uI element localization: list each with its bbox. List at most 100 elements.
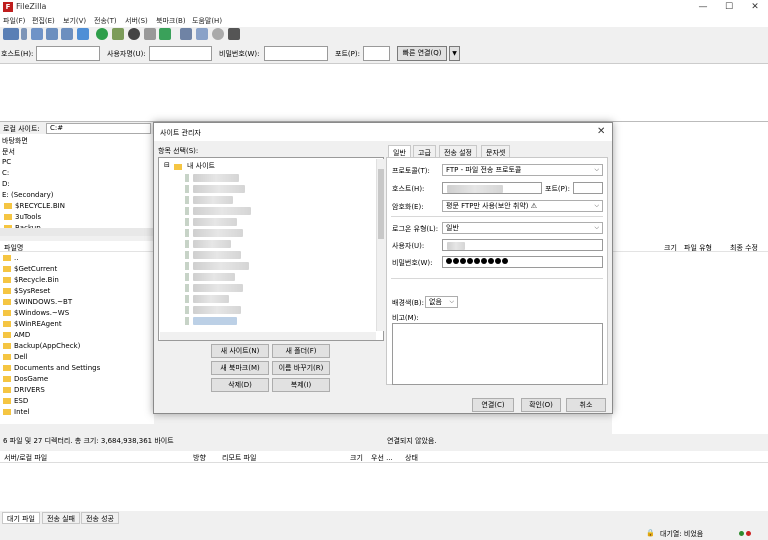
site-entry[interactable] bbox=[193, 218, 237, 226]
protocol-select[interactable]: FTP - 파일 전송 프로토콜 ⌵ bbox=[442, 164, 603, 176]
tree-item[interactable]: 3uTools bbox=[4, 213, 41, 221]
refresh-icon[interactable] bbox=[96, 28, 108, 40]
encryption-select[interactable]: 평문 FTP만 사용(보안 취약) ⚠ ⌵ bbox=[442, 200, 603, 212]
rename-button[interactable]: 이름 바꾸기(R) bbox=[272, 361, 330, 375]
list-item[interactable]: $WINDOWS.~BT bbox=[3, 298, 72, 309]
site-entry[interactable] bbox=[193, 196, 233, 204]
disconnect-icon[interactable] bbox=[144, 28, 156, 40]
site-entry[interactable] bbox=[193, 262, 249, 270]
tab-transfer-settings[interactable]: 전송 설정 bbox=[439, 145, 477, 157]
queue-col-size[interactable]: 크기 bbox=[350, 453, 363, 463]
site-entry[interactable] bbox=[193, 185, 245, 193]
toggle-remote-tree-icon[interactable] bbox=[61, 28, 73, 40]
menu-transfer[interactable]: 전송(T) bbox=[94, 16, 117, 26]
user-input[interactable] bbox=[442, 239, 603, 251]
toggle-queue-icon[interactable] bbox=[77, 28, 89, 40]
list-item[interactable]: Backup(AppCheck) bbox=[3, 342, 80, 353]
site-entry[interactable] bbox=[193, 174, 239, 182]
tree-item[interactable]: E: (Secondary) bbox=[2, 191, 54, 199]
queue-col-remote[interactable]: 리모트 파일 bbox=[222, 453, 256, 463]
list-item[interactable]: $Windows.~WS bbox=[3, 309, 69, 320]
maximize-icon[interactable]: ☐ bbox=[716, 0, 742, 14]
filter-icon[interactable] bbox=[180, 28, 192, 40]
site-manager-icon[interactable] bbox=[3, 28, 19, 40]
menu-server[interactable]: 서버(S) bbox=[125, 16, 148, 26]
toggle-log-icon[interactable] bbox=[31, 28, 43, 40]
qc-pass-input[interactable] bbox=[264, 46, 328, 61]
quickconnect-dropdown-icon[interactable]: ▼ bbox=[449, 46, 460, 61]
tab-charset[interactable]: 문자셋 bbox=[481, 145, 511, 157]
site-tree-vscroll[interactable] bbox=[376, 159, 384, 331]
sync-browse-icon[interactable] bbox=[212, 28, 224, 40]
tree-item[interactable]: 문서 bbox=[2, 147, 15, 157]
password-input[interactable] bbox=[442, 256, 603, 268]
tab-advanced[interactable]: 고급 bbox=[413, 145, 436, 157]
site-entry[interactable] bbox=[193, 273, 235, 281]
col-modified[interactable]: 최종 수정 bbox=[730, 243, 758, 253]
list-item[interactable]: ESD bbox=[3, 397, 28, 408]
host-input[interactable] bbox=[442, 182, 542, 194]
duplicate-button[interactable]: 복제(I) bbox=[272, 378, 330, 392]
site-entry[interactable] bbox=[193, 295, 229, 303]
site-entry[interactable] bbox=[193, 317, 237, 325]
site-tree-hscroll[interactable] bbox=[160, 332, 376, 340]
cancel-button[interactable]: 취소 bbox=[566, 398, 606, 412]
site-manager-dropdown-icon[interactable] bbox=[21, 28, 27, 40]
logon-type-select[interactable]: 일반 ⌵ bbox=[442, 222, 603, 234]
queue-col-direction[interactable]: 방향 bbox=[193, 453, 206, 463]
list-item[interactable]: $Recycle.Bin bbox=[3, 276, 59, 287]
reconnect-icon[interactable] bbox=[159, 28, 171, 40]
scroll-thumb[interactable] bbox=[378, 169, 384, 239]
tree-item[interactable]: C: bbox=[2, 169, 9, 177]
collapse-icon[interactable]: ⊟ bbox=[164, 161, 170, 169]
search-icon[interactable] bbox=[228, 28, 240, 40]
menu-edit[interactable]: 편집(E) bbox=[32, 16, 55, 26]
menu-help[interactable]: 도움말(H) bbox=[192, 16, 222, 26]
list-item[interactable]: $SysReset bbox=[3, 287, 50, 298]
cancel-icon[interactable] bbox=[128, 28, 140, 40]
site-entry[interactable] bbox=[193, 284, 243, 292]
local-tree-hscroll[interactable] bbox=[0, 228, 154, 236]
list-item[interactable]: Documents and Settings bbox=[3, 364, 100, 375]
menu-file[interactable]: 파일(F) bbox=[3, 16, 25, 26]
tab-successful-transfers[interactable]: 전송 성공 bbox=[81, 512, 119, 524]
new-bookmark-button[interactable]: 새 북마크(M) bbox=[211, 361, 269, 375]
queue-col-status[interactable]: 상태 bbox=[405, 453, 418, 463]
tree-item[interactable]: PC bbox=[2, 158, 11, 166]
site-entry[interactable] bbox=[193, 306, 241, 314]
site-entry[interactable] bbox=[193, 207, 251, 215]
col-filetype[interactable]: 파일 유형 bbox=[684, 243, 712, 253]
compare-icon[interactable] bbox=[196, 28, 208, 40]
local-site-path-input[interactable]: C:# bbox=[46, 123, 151, 134]
tree-item[interactable]: $RECYCLE.BIN bbox=[4, 202, 65, 210]
site-root-node[interactable]: 내 사이트 bbox=[187, 161, 215, 171]
qc-host-input[interactable] bbox=[36, 46, 100, 61]
tree-item[interactable]: 바탕화면 bbox=[2, 136, 28, 146]
tab-failed-transfers[interactable]: 전송 실패 bbox=[42, 512, 80, 524]
qc-user-input[interactable] bbox=[149, 46, 212, 61]
new-site-button[interactable]: 새 사이트(N) bbox=[211, 344, 269, 358]
list-item[interactable]: $GetCurrent bbox=[3, 265, 57, 276]
menu-view[interactable]: 보기(V) bbox=[63, 16, 86, 26]
menu-bookmarks[interactable]: 북마크(B) bbox=[156, 16, 186, 26]
minimize-icon[interactable]: — bbox=[690, 0, 716, 14]
new-folder-button[interactable]: 새 폴더(F) bbox=[272, 344, 330, 358]
ok-button[interactable]: 확인(O) bbox=[521, 398, 561, 412]
tree-item[interactable]: D: bbox=[2, 180, 10, 188]
process-queue-icon[interactable] bbox=[112, 28, 124, 40]
dialog-close-icon[interactable]: ✕ bbox=[597, 126, 605, 137]
qc-port-input[interactable] bbox=[363, 46, 390, 61]
quickconnect-button[interactable]: 빠른 연결(Q) bbox=[397, 46, 447, 61]
bgcolor-select[interactable]: 없음 ⌵ bbox=[425, 296, 458, 308]
site-entry[interactable] bbox=[193, 229, 243, 237]
list-item[interactable]: $WinREAgent bbox=[3, 320, 62, 331]
col-size[interactable]: 크기 bbox=[664, 243, 677, 253]
tab-queued-files[interactable]: 대기 파일 bbox=[2, 512, 40, 524]
site-entry[interactable] bbox=[193, 240, 231, 248]
port-input[interactable] bbox=[573, 182, 603, 194]
list-item[interactable]: DRIVERS bbox=[3, 386, 45, 397]
list-item[interactable]: AMD bbox=[3, 331, 30, 342]
delete-button[interactable]: 삭제(D) bbox=[211, 378, 269, 392]
site-entry[interactable] bbox=[193, 251, 241, 259]
comments-textarea[interactable] bbox=[392, 323, 603, 385]
